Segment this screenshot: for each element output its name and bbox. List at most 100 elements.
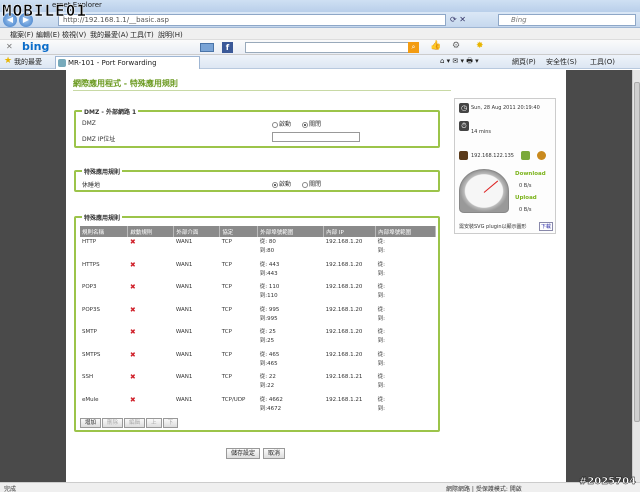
menu-tools[interactable]: 工具(T) [130, 30, 154, 40]
table-row[interactable]: eMule ✖ WAN1 TCP/UDP 從: 4662 到:4672 192.168.1.… [80, 395, 436, 418]
rule-int-ports: 從: 到: [376, 237, 436, 260]
dmz-off-radio[interactable]: 關閉 [302, 119, 321, 128]
disabled-x-icon[interactable]: ✖ [130, 306, 136, 314]
int-port-from: 從: [377, 306, 385, 313]
uptime: 14 mins [471, 129, 491, 135]
table-row[interactable]: HTTP ✖ WAN1 TCP 從: 80 到:80 192.168.1.20 從: 到: [80, 237, 436, 260]
menu-view[interactable]: 檢視(V) [62, 30, 86, 40]
rules-fieldset: 特殊應用規則 規則名稱 啟動規則 外部介面 協定 外部埠號範圍 內部 IP 內部… [74, 213, 440, 432]
rule-name: HTTPS [82, 261, 100, 268]
vertical-scrollbar[interactable] [632, 70, 640, 482]
security-zone: 網際網路 | 受保護模式: 開啟 [446, 486, 522, 492]
menu-edit[interactable]: 編輯(E) [36, 30, 60, 40]
facebook-icon[interactable]: f [222, 42, 233, 53]
ext-port-to: 到:443 [259, 270, 278, 277]
like-icon[interactable]: 👍 [430, 41, 441, 51]
special-switch-legend: 特殊應用規則 [82, 167, 123, 176]
menu-file[interactable]: 檔案(F) [10, 30, 34, 40]
rule-ip: 192.168.1.21 [325, 396, 363, 403]
radio-icon[interactable] [272, 181, 278, 188]
settings-icon[interactable] [537, 151, 546, 160]
radio-icon[interactable] [302, 121, 308, 128]
menu-security[interactable]: 安全性(S) [546, 57, 577, 67]
cancel-button[interactable]: 取消 [262, 448, 285, 459]
ext-port-from: 從: 25 [259, 329, 276, 335]
ext-port-to: 到:25 [259, 338, 275, 344]
uptime-icon: ⏱ [459, 121, 469, 131]
table-row[interactable]: SMTPS ✖ WAN1 TCP 從: 465 到:465 192.168.1.20 從: 到: [80, 350, 436, 373]
disabled-x-icon[interactable]: ✖ [130, 238, 136, 246]
move-up-button[interactable]: 上 [146, 418, 162, 428]
menu-help[interactable]: 說明(H) [158, 30, 183, 40]
dmz-label: DMZ [82, 120, 96, 127]
rule-iface: WAN1 [175, 284, 193, 290]
disabled-x-icon[interactable]: ✖ [130, 351, 136, 359]
menu-favorites[interactable]: 我的最愛(A) [90, 30, 128, 40]
disabled-x-icon[interactable]: ✖ [130, 396, 136, 404]
disabled-x-icon[interactable]: ✖ [130, 283, 136, 291]
rule-proto: TCP [221, 239, 232, 245]
edit-button[interactable]: 編輯 [124, 418, 146, 428]
table-row[interactable]: POP3S ✖ WAN1 TCP 從: 995 到:995 192.168.1.20 從: 到: [80, 305, 436, 328]
radio-icon[interactable] [302, 181, 308, 188]
add-button[interactable]: 增加 [80, 418, 102, 428]
rule-proto: TCP [221, 329, 232, 335]
dmz-on-radio[interactable]: 啟動 [272, 119, 291, 128]
favorites-bar: ★ 我的最愛 MR-101 - Port Forwarding ⌂ ▾ ✉ ▾ … [0, 55, 640, 69]
save-button[interactable]: 儲存設定 [226, 448, 261, 459]
int-port-from: 從: [377, 284, 385, 290]
title-bar: ernet Explorer [0, 0, 640, 12]
favorites-label[interactable]: 我的最愛 [14, 57, 42, 67]
url-input[interactable]: http://192.168.1.1/__basic.asp [58, 14, 446, 26]
special-switch-fieldset: 特殊應用規則 休睡地 啟動 關閉 [74, 167, 440, 192]
radio-icon[interactable] [272, 121, 278, 128]
mail-icon[interactable] [200, 43, 214, 52]
refresh-icon[interactable]: ⟳ ✕ [450, 15, 466, 24]
move-down-button[interactable]: 下 [162, 418, 179, 428]
datetime: Sun, 28 Aug 2011 20:19:40 [471, 105, 540, 111]
rule-int-ports: 從: 到: [376, 395, 436, 418]
int-port-to: 到: [377, 293, 385, 299]
table-row[interactable]: POP3 ✖ WAN1 TCP 從: 110 到:110 192.168.1.20 從: 到: [80, 282, 436, 305]
home-icon[interactable]: ⌂ ▾ ✉ ▾ 🖶 ▾ [440, 57, 479, 68]
special-off-radio[interactable]: 關閉 [302, 179, 321, 188]
ext-port-to: 到:22 [259, 383, 275, 389]
rule-proto: TCP [221, 261, 232, 268]
tab-port-forwarding[interactable]: MR-101 - Port Forwarding [55, 56, 200, 69]
disabled-x-icon[interactable]: ✖ [130, 328, 136, 336]
delete-button[interactable]: 刪除 [102, 418, 124, 428]
download-label: Download [515, 171, 546, 177]
scroll-thumb[interactable] [634, 82, 640, 422]
menu-tools-right[interactable]: 工具(O) [590, 57, 615, 67]
dmz-ip-input[interactable] [272, 132, 360, 142]
tab-label: MR-101 - Port Forwarding [68, 59, 157, 67]
table-row[interactable]: SSH ✖ WAN1 TCP 從: 22 到:22 192.168.1.21 從: 到: [80, 372, 436, 395]
dmz-legend: DMZ - 外部網路 1 [82, 107, 139, 116]
disabled-x-icon[interactable]: ✖ [130, 373, 136, 381]
menu-page[interactable]: 網頁(P) [512, 57, 536, 67]
bing-search-input[interactable] [245, 42, 413, 53]
int-port-from: 從: [377, 374, 385, 380]
rule-int-ports: 從: 到: [376, 372, 436, 395]
table-row[interactable]: SMTP ✖ WAN1 TCP 從: 25 到:25 192.168.1.20 從: 到: [80, 327, 436, 350]
search-input[interactable]: Bing [498, 14, 636, 26]
close-icon[interactable]: ✕ [6, 42, 13, 51]
rule-int-ports: 從: 到: [376, 260, 436, 283]
settings-icon[interactable]: ⚙ [452, 41, 460, 51]
int-port-to: 到: [377, 383, 385, 389]
rules-legend: 特殊應用規則 [82, 213, 123, 222]
rule-buttons: 增加 刪除 編輯上下 [80, 418, 179, 428]
ext-port-to: 到:110 [259, 293, 278, 299]
table-row[interactable]: HTTPS ✖ WAN1 TCP 從: 443 到:443 192.168.1.20 從: 到: [80, 260, 436, 283]
star-icon[interactable]: ★ [4, 56, 12, 66]
plugin-download-link[interactable]: 下載 [539, 222, 554, 231]
col-name: 規則名稱 [80, 226, 129, 237]
sparkle-icon[interactable]: ✸ [476, 41, 484, 51]
disabled-x-icon[interactable]: ✖ [130, 261, 136, 269]
col-int-ports: 內部埠號範圍 [375, 226, 436, 237]
form-buttons: 儲存設定 取消 [226, 448, 286, 459]
gauge-needle [483, 180, 499, 193]
search-icon[interactable]: ⌕ [408, 42, 419, 53]
rule-iface: WAN1 [175, 261, 193, 268]
special-on-radio[interactable]: 啟動 [272, 179, 291, 188]
